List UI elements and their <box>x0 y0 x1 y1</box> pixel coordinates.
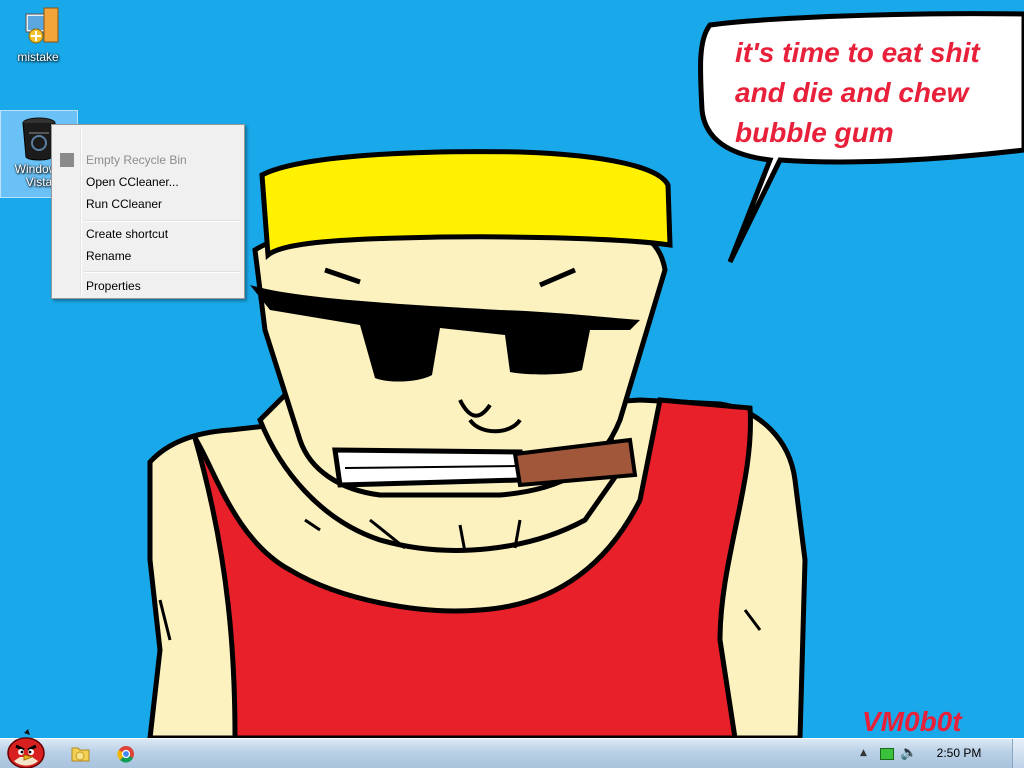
taskbar: ▲ 🔈 2:50 PM <box>0 729 1024 768</box>
desktop[interactable]: it's time to eat shit and die and chew b… <box>0 0 1024 738</box>
taskbar-file-explorer[interactable] <box>60 741 100 766</box>
menu-separator <box>84 220 240 222</box>
speech-line-3: bubble gum <box>735 117 894 148</box>
menu-item-create-shortcut[interactable]: Create shortcut <box>54 223 242 245</box>
show-desktop-button[interactable] <box>1012 739 1024 768</box>
system-tray: ▲ 🔈 2:50 PM <box>854 739 1024 768</box>
menu-item-label: Open CCleaner... <box>86 175 179 189</box>
menu-separator <box>84 271 240 273</box>
menu-item-label: Empty Recycle Bin <box>86 153 187 167</box>
installer-icon <box>25 7 59 44</box>
menu-item-empty-recycle-bin[interactable]: Empty Recycle Bin <box>54 149 242 171</box>
network-icon[interactable] <box>880 748 894 760</box>
menu-item-run-ccleaner[interactable]: Run CCleaner <box>54 193 242 215</box>
menu-item-rename[interactable]: Rename <box>54 245 242 267</box>
menu-item-label: Properties <box>86 279 141 293</box>
context-menu: Empty Recycle Bin Open CCleaner... Run C… <box>51 124 245 299</box>
menu-item-properties[interactable]: Properties <box>54 275 242 297</box>
menu-item-open-ccleaner[interactable]: Open CCleaner... <box>54 171 242 193</box>
desktop-icon-mistake[interactable]: mistake <box>5 6 71 64</box>
signature: VM0b0t <box>862 706 963 737</box>
speech-line-1: it's time to eat shit <box>735 37 981 68</box>
desktop-icon-label: Vista <box>25 175 53 189</box>
start-button[interactable] <box>2 729 50 768</box>
show-hidden-icons-icon[interactable]: ▲ <box>860 748 867 758</box>
speech-line-2: and die and chew <box>735 77 971 108</box>
volume-icon[interactable]: 🔈 <box>900 745 917 761</box>
clock[interactable]: 2:50 PM <box>924 739 994 768</box>
desktop-icon-label: mistake <box>17 50 59 64</box>
angry-bird-start-icon <box>7 729 45 768</box>
chrome-icon <box>117 746 134 763</box>
menu-item-label: Run CCleaner <box>86 197 163 211</box>
folder-icon <box>71 747 90 762</box>
empty-recycle-bin-icon <box>60 153 74 167</box>
wallpaper-image: it's time to eat shit and die and chew b… <box>0 0 1024 738</box>
taskbar-chrome[interactable] <box>106 741 146 766</box>
menu-item-label: Create shortcut <box>86 227 169 241</box>
menu-item-label: Rename <box>86 249 132 263</box>
